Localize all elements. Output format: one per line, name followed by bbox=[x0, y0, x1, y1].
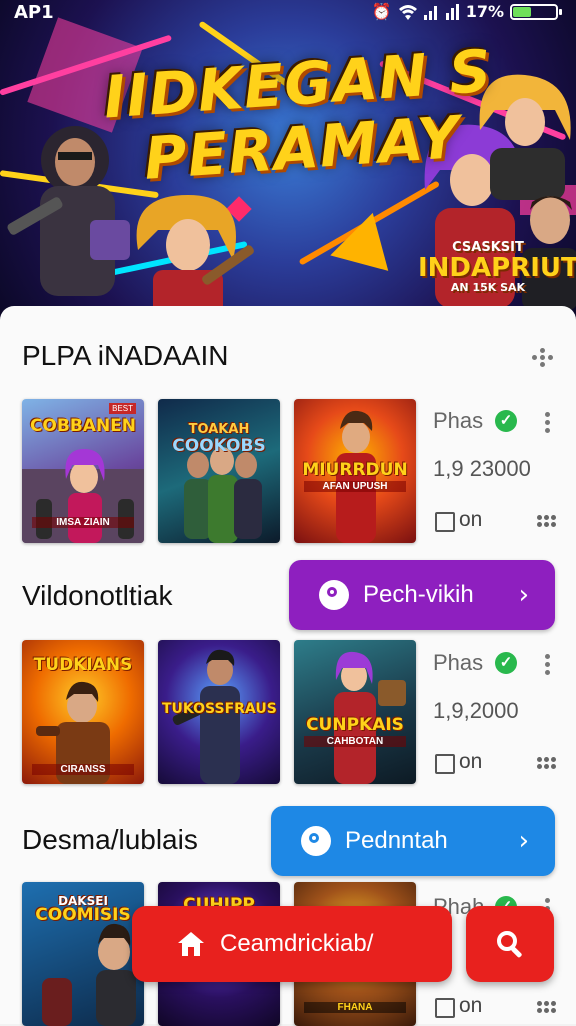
section-action-button[interactable]: Pech‐vikih › bbox=[289, 560, 555, 630]
status-time: AP1 bbox=[14, 2, 54, 23]
toggle-checkbox[interactable] bbox=[435, 998, 455, 1018]
game-card-subtitle: CAHBOTAN bbox=[304, 736, 406, 747]
chevron-right-icon: › bbox=[518, 580, 529, 610]
game-card-art bbox=[334, 651, 406, 784]
wifi-icon bbox=[398, 4, 417, 20]
verified-check-icon: ✓ bbox=[495, 652, 517, 674]
battery-icon bbox=[510, 3, 562, 20]
hero-title: IIDKEGAN S PERAMAY bbox=[96, 37, 504, 194]
kebab-menu-icon[interactable] bbox=[545, 654, 551, 678]
game-card[interactable]: MIURRDUN AFAN UPUSH bbox=[294, 399, 416, 543]
game-card-title: TUDKIANS bbox=[33, 655, 133, 675]
section-action-label: Pech‐vikih bbox=[363, 581, 474, 608]
verified-check-icon: ✓ bbox=[495, 410, 517, 432]
meta-label: Phas bbox=[433, 408, 484, 433]
game-card-subtitle: AFAN UPUSH bbox=[304, 481, 406, 492]
game-card[interactable]: CUNPKAIS CAHBOTAN bbox=[294, 640, 416, 784]
grid-menu-icon[interactable] bbox=[537, 1001, 557, 1013]
grid-menu-icon[interactable] bbox=[537, 515, 557, 527]
section-title: PLPA iNADAAIN bbox=[22, 340, 229, 371]
section-action-button[interactable]: Pednntah › bbox=[271, 806, 555, 876]
battery-percent: 17% bbox=[465, 2, 504, 21]
hero-badge: CSASKSIT INDAPRIUTIA AN 15K SAK bbox=[418, 240, 576, 294]
section-action-label: Pednntah bbox=[345, 827, 448, 854]
game-card-subtitle: IMSA ZIAIN bbox=[32, 517, 134, 528]
search-button[interactable] bbox=[466, 906, 554, 982]
toggle-label: on bbox=[459, 508, 483, 531]
game-card[interactable]: TUKOSSFRAUS bbox=[158, 640, 280, 784]
game-card[interactable]: TOAKAH COOKOBS bbox=[158, 399, 280, 543]
game-card[interactable]: DAKSEI COOMISIS bbox=[22, 882, 144, 1026]
section-title: Desma/lublais bbox=[22, 824, 198, 855]
toggle-checkbox[interactable] bbox=[435, 754, 455, 774]
signal-icon-2 bbox=[445, 3, 459, 20]
alarm-icon: ⏰ bbox=[371, 2, 392, 21]
home-icon bbox=[178, 932, 204, 956]
hero-character-guitarist bbox=[136, 195, 254, 320]
game-card-title: COOMISIS bbox=[35, 905, 131, 925]
game-card-title: COOKOBS bbox=[172, 436, 266, 456]
home-action-button[interactable]: Ceamdrickiab/ bbox=[132, 906, 452, 982]
kebab-menu-icon[interactable] bbox=[545, 412, 551, 436]
hero-banner[interactable]: IIDKEGAN S PERAMAY CSASKSIT INDAPRIUTIA … bbox=[0, 0, 576, 320]
meta-count: 1,9,2000 bbox=[433, 698, 519, 723]
hero-badge-line2: INDAPRIUTIA bbox=[418, 253, 576, 283]
more-grid-icon[interactable] bbox=[532, 348, 556, 367]
webcam-icon bbox=[301, 826, 331, 856]
section-title: Vildonotltiak bbox=[22, 580, 173, 611]
toggle-label: on bbox=[459, 994, 483, 1017]
webcam-icon bbox=[319, 580, 349, 610]
meta-label: Phas bbox=[433, 650, 484, 675]
toggle-label: on bbox=[459, 750, 483, 773]
game-card-title: COBBANEN bbox=[29, 416, 137, 436]
signal-icon bbox=[423, 5, 437, 20]
game-card-title: TUKOSSFRAUS bbox=[162, 701, 277, 717]
home-action-label: Ceamdrickiab/ bbox=[220, 930, 374, 957]
game-card-title: CUNPKAIS bbox=[306, 715, 404, 735]
grid-menu-icon[interactable] bbox=[537, 757, 557, 769]
game-card-subtitle: FHANA bbox=[304, 1002, 406, 1013]
game-card[interactable]: COBBANEN IMSA ZIAIN BEST bbox=[22, 399, 144, 543]
game-card-title: MIURRDUN bbox=[302, 460, 408, 480]
meta-count: 1,9 23000 bbox=[433, 456, 531, 481]
search-icon bbox=[497, 931, 522, 958]
game-card[interactable]: TUDKIANS CIRANSS bbox=[22, 640, 144, 784]
game-card-tag: BEST bbox=[109, 403, 136, 414]
game-card-subtitle: CIRANSS bbox=[32, 764, 134, 775]
status-bar: AP1 ⏰ 17% bbox=[0, 0, 576, 26]
chevron-right-icon: › bbox=[518, 826, 529, 856]
toggle-checkbox[interactable] bbox=[435, 512, 455, 532]
